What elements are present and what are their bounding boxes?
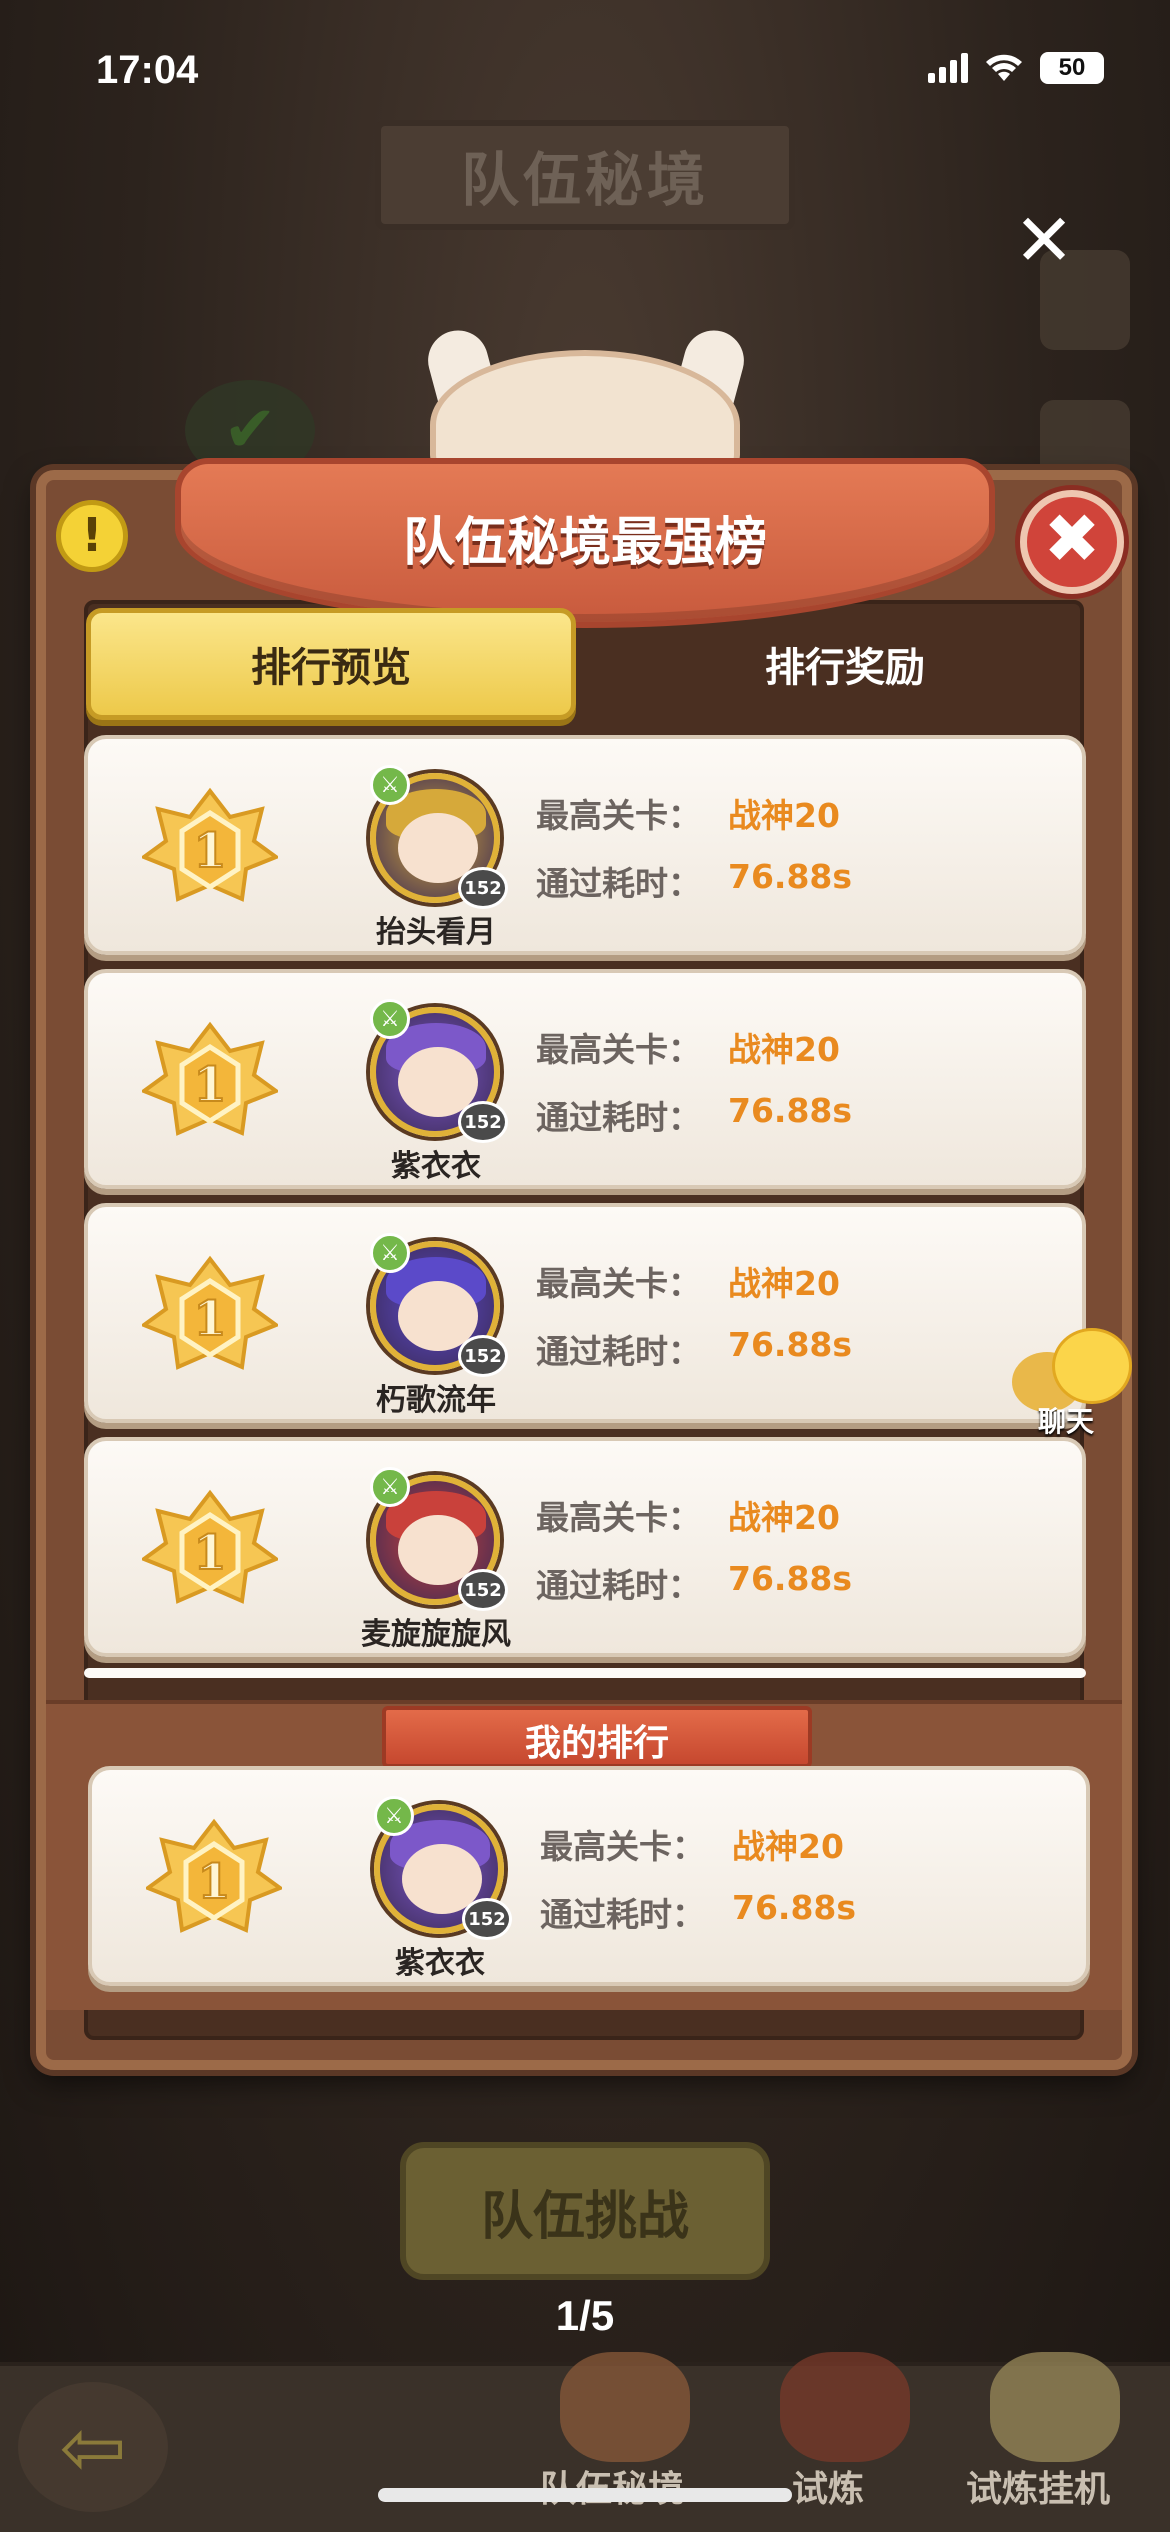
status-icons: 50 bbox=[928, 52, 1104, 84]
ranking-card[interactable]: 1 ⚔ 152 朽歌流年 最高关卡： 战神20 通过耗时： 76.88s bbox=[84, 1203, 1086, 1423]
player-name: 麦旋旋旋风 bbox=[361, 1617, 511, 1652]
rank-medal-icon: 1 bbox=[139, 787, 281, 902]
tab-ranking-rewards[interactable]: 排行奖励 bbox=[600, 608, 1090, 720]
nav-art-idle bbox=[990, 2352, 1120, 2462]
stage-value: 战神20 bbox=[728, 1030, 840, 1069]
signal-icon bbox=[928, 53, 968, 83]
nav-item-team-realm: 队伍秘境 bbox=[540, 2460, 684, 2512]
level-badge: 152 bbox=[458, 1569, 508, 1611]
rank-medal-icon: 1 bbox=[139, 1489, 281, 1604]
rank-number: 1 bbox=[197, 1854, 230, 1910]
sword-badge-icon: ⚔ bbox=[370, 1467, 410, 1507]
time-label: 通过耗时： bbox=[536, 1332, 701, 1371]
chat-button[interactable]: 聊天 bbox=[1012, 1328, 1132, 1438]
nav-item-trial-idle: 试炼挂机 bbox=[966, 2469, 1111, 2510]
my-rank-card[interactable]: 1 ⚔ 152 紫衣衣 最高关卡： 战神20 通过耗时： 76.88s bbox=[88, 1766, 1090, 1986]
back-arrow-icon: ⇦ bbox=[18, 2382, 168, 2512]
ranking-card[interactable]: 1 ⚔ 152 麦旋旋旋风 最高关卡： 战神20 通过耗时： 76.88s bbox=[84, 1437, 1086, 1657]
stage-label: 最高关卡： bbox=[536, 796, 701, 835]
player-name: 朽歌流年 bbox=[376, 1383, 496, 1418]
nav-item-trial: 试炼 bbox=[792, 2469, 865, 2510]
rank-medal: 1 bbox=[143, 1818, 285, 1938]
player-name: 抬头看月 bbox=[376, 915, 496, 950]
stage-value: 战神20 bbox=[728, 796, 840, 835]
rank-medal-icon: 1 bbox=[139, 1255, 281, 1370]
stage-label: 最高关卡： bbox=[540, 1827, 705, 1866]
help-button[interactable]: ! bbox=[56, 500, 128, 572]
player-name: 紫衣衣 bbox=[391, 1149, 481, 1184]
time-value: 76.88s bbox=[728, 1091, 853, 1130]
nav-art-team bbox=[560, 2352, 690, 2462]
chat-smiley-icon bbox=[1052, 1328, 1132, 1404]
rank-medal: 1 bbox=[139, 1489, 281, 1609]
rank-medal: 1 bbox=[139, 1255, 281, 1375]
stage-label: 最高关卡： bbox=[536, 1264, 701, 1303]
my-rank-title: 我的排行 bbox=[524, 1723, 669, 1764]
level-badge: 152 bbox=[458, 1101, 508, 1143]
stage-value: 战神20 bbox=[732, 1827, 844, 1866]
panel-title: 队伍秘境最强榜 bbox=[402, 513, 767, 573]
sword-badge-icon: ⚔ bbox=[374, 1796, 414, 1836]
rank-medal-icon: 1 bbox=[139, 1021, 281, 1136]
sword-badge-icon: ⚔ bbox=[370, 765, 410, 805]
time-label: 通过耗时： bbox=[536, 1566, 701, 1605]
time-label: 通过耗时： bbox=[536, 864, 701, 903]
rank-medal-icon: 1 bbox=[143, 1818, 285, 1933]
rank-number: 1 bbox=[193, 823, 226, 879]
time-label: 通过耗时： bbox=[540, 1895, 705, 1934]
rank-number: 1 bbox=[193, 1291, 226, 1347]
rank-medal: 1 bbox=[139, 787, 281, 907]
level-badge: 152 bbox=[462, 1898, 512, 1940]
rank-number: 1 bbox=[193, 1525, 226, 1581]
nav-art-trial bbox=[780, 2352, 910, 2462]
panel-close-button[interactable]: ✖ bbox=[1020, 490, 1124, 594]
time-label: 通过耗时： bbox=[536, 1098, 701, 1137]
stage-label: 最高关卡： bbox=[536, 1498, 701, 1537]
my-rank-card-host: 1 ⚔ 152 紫衣衣 最高关卡： 战神20 通过耗时： 76.88s bbox=[88, 1766, 1090, 1996]
rank-medal: 1 bbox=[139, 1021, 281, 1141]
list-scroll-edge bbox=[84, 1668, 1086, 1678]
overlay-close-icon[interactable]: ✕ bbox=[1012, 204, 1076, 276]
stage-value: 战神20 bbox=[728, 1264, 840, 1303]
time-value: 76.88s bbox=[728, 1559, 853, 1598]
time-value: 76.88s bbox=[728, 857, 853, 896]
team-challenge-button: 队伍挑战 bbox=[400, 2142, 770, 2280]
stage-label: 最高关卡： bbox=[536, 1030, 701, 1069]
stage-value: 战神20 bbox=[728, 1498, 840, 1537]
level-badge: 152 bbox=[458, 867, 508, 909]
player-name: 紫衣衣 bbox=[395, 1946, 485, 1981]
home-indicator bbox=[378, 2488, 792, 2502]
chat-label: 聊天 bbox=[1038, 1405, 1095, 1438]
rank-number: 1 bbox=[193, 1057, 226, 1113]
page-indicator: 1/5 bbox=[555, 2292, 615, 2339]
wifi-icon bbox=[986, 54, 1022, 81]
level-badge: 152 bbox=[458, 1335, 508, 1377]
sword-badge-icon: ⚔ bbox=[370, 999, 410, 1039]
tab-ranking-preview[interactable]: 排行预览 bbox=[86, 608, 576, 720]
sword-badge-icon: ⚔ bbox=[370, 1233, 410, 1273]
status-time: 17:04 bbox=[96, 48, 199, 92]
time-value: 76.88s bbox=[732, 1888, 857, 1927]
ranking-card[interactable]: 1 ⚔ 152 紫衣衣 最高关卡： 战神20 通过耗时： 76.88s bbox=[84, 969, 1086, 1189]
background-banner: 队伍秘境 bbox=[375, 120, 795, 230]
battery-icon: 50 bbox=[1040, 52, 1104, 84]
ranking-list[interactable]: 1 ⚔ 152 抬头看月 最高关卡： 战神20 通过耗时： 76.88s 1 ⚔ 152 紫衣衣 最高关… bbox=[84, 735, 1086, 1675]
time-value: 76.88s bbox=[728, 1325, 853, 1364]
ranking-card[interactable]: 1 ⚔ 152 抬头看月 最高关卡： 战神20 通过耗时： 76.88s bbox=[84, 735, 1086, 955]
